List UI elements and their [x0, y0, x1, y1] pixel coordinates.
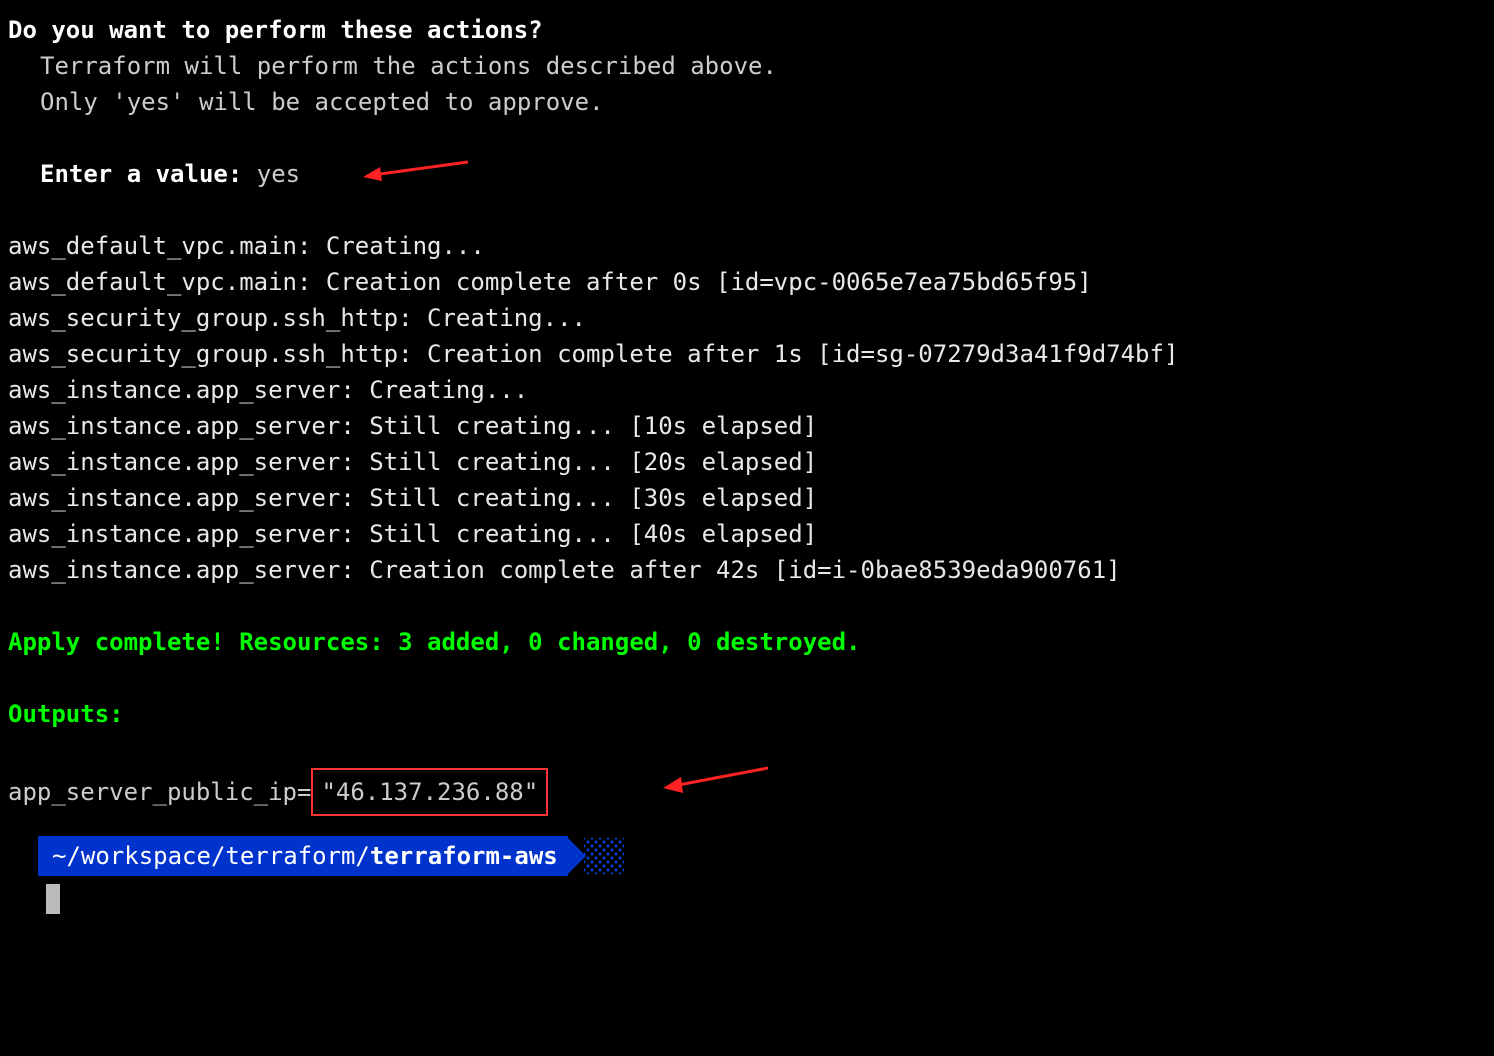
enter-value-input[interactable]: yes: [257, 160, 300, 188]
red-arrow-icon: [358, 150, 478, 190]
output-row: app_server_public_ip = "46.137.236.88": [8, 768, 1486, 816]
terraform-log-line: aws_instance.app_server: Still creating.…: [8, 408, 1486, 444]
enter-value-row: Enter a value: yes: [8, 156, 1486, 192]
output-value-highlight-box: "46.137.236.88": [311, 768, 548, 816]
terraform-log-line: aws_instance.app_server: Creating...: [8, 372, 1486, 408]
prompt-path-prefix: ~/workspace/terraform/: [52, 842, 370, 870]
confirm-prompt-desc-2: Only 'yes' will be accepted to approve.: [8, 84, 1486, 120]
apply-complete-message: Apply complete! Resources: 3 added, 0 ch…: [8, 624, 1486, 660]
output-key: app_server_public_ip: [8, 774, 297, 810]
confirm-prompt-question: Do you want to perform these actions?: [8, 12, 1486, 48]
terraform-log-line: aws_security_group.ssh_http: Creation co…: [8, 336, 1486, 372]
outputs-heading: Outputs:: [8, 696, 1486, 732]
terraform-log-line: aws_security_group.ssh_http: Creating...: [8, 300, 1486, 336]
enter-value-label: Enter a value:: [40, 160, 242, 188]
terraform-log-line: aws_instance.app_server: Still creating.…: [8, 516, 1486, 552]
prompt-dither-decoration: [584, 838, 624, 874]
terraform-log-line: aws_instance.app_server: Still creating.…: [8, 480, 1486, 516]
terraform-log-line: aws_instance.app_server: Still creating.…: [8, 444, 1486, 480]
output-equals: =: [297, 774, 311, 810]
shell-prompt[interactable]: ~/workspace/terraform/terraform-aws: [38, 836, 624, 876]
confirm-prompt-desc-1: Terraform will perform the actions descr…: [8, 48, 1486, 84]
terraform-log-line: aws_default_vpc.main: Creating...: [8, 228, 1486, 264]
terraform-log-line: aws_default_vpc.main: Creation complete …: [8, 264, 1486, 300]
cursor-icon: [46, 884, 60, 914]
terraform-log-line: aws_instance.app_server: Creation comple…: [8, 552, 1486, 588]
prompt-path-leaf: terraform-aws: [370, 842, 558, 870]
red-arrow-icon: [658, 760, 778, 800]
command-input-line[interactable]: [28, 882, 1486, 918]
